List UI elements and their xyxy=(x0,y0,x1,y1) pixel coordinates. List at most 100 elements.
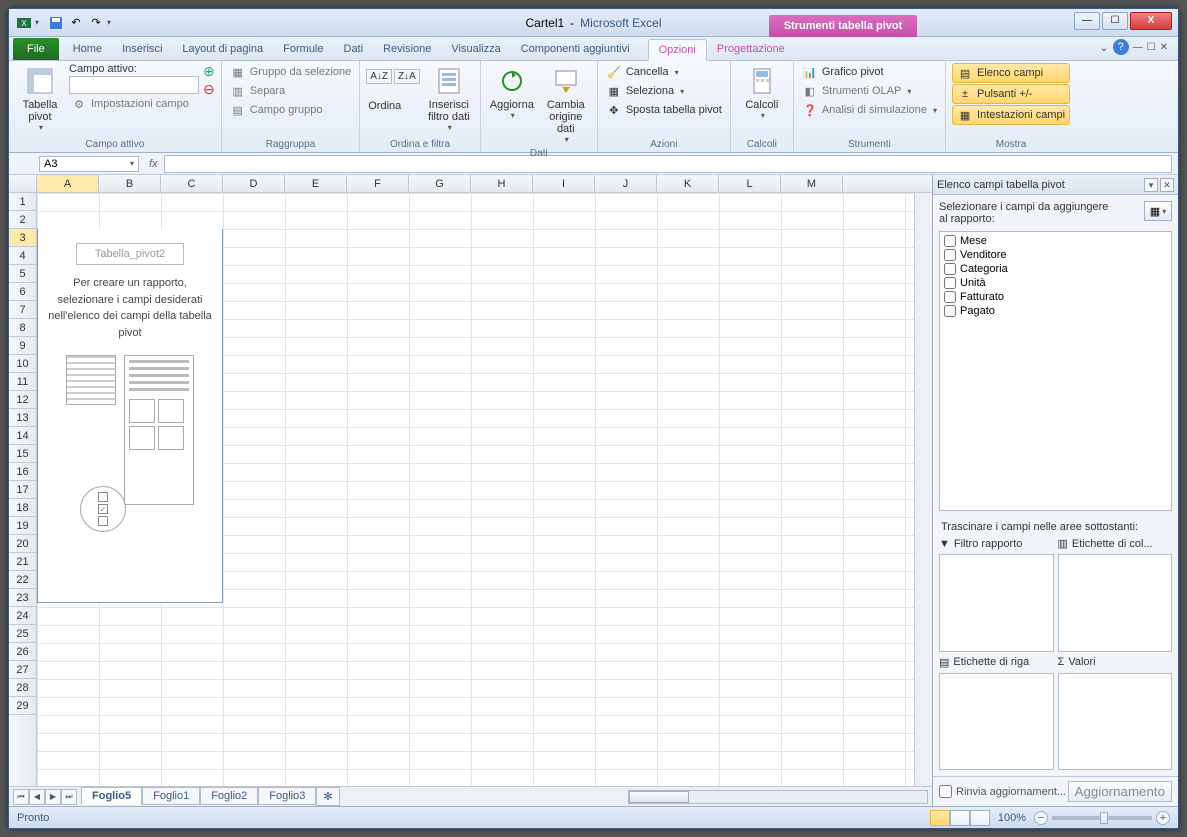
col-header[interactable]: C xyxy=(161,175,223,192)
sort-button[interactable]: Ordina xyxy=(366,99,420,113)
area-filter-box[interactable] xyxy=(939,554,1054,652)
field-item[interactable]: Categoria xyxy=(942,262,1169,276)
tab-home[interactable]: Home xyxy=(63,38,112,60)
normal-view-button[interactable] xyxy=(930,810,950,826)
row-header[interactable]: 7 xyxy=(9,301,36,319)
row-header[interactable]: 25 xyxy=(9,625,36,643)
zoom-value[interactable]: 100% xyxy=(998,812,1026,824)
update-button[interactable]: Aggiornamento xyxy=(1068,781,1172,802)
sheet-nav-next[interactable]: ▶ xyxy=(45,789,61,805)
zoom-out-button[interactable]: − xyxy=(1034,811,1048,825)
col-header[interactable]: L xyxy=(719,175,781,192)
sheet-tab[interactable]: Foglio5 xyxy=(81,787,142,805)
field-settings-button[interactable]: ⚙ Impostazioni campo xyxy=(69,95,199,113)
col-header[interactable]: J xyxy=(595,175,657,192)
workbook-restore-icon[interactable]: ☐ xyxy=(1147,42,1156,53)
field-item[interactable]: Unità xyxy=(942,276,1169,290)
row-header[interactable]: 9 xyxy=(9,337,36,355)
sheet-nav-first[interactable]: ⏮ xyxy=(13,789,29,805)
insert-slicer-button[interactable]: Inserisci filtro dati▾ xyxy=(424,63,474,134)
ribbon-minimize-icon[interactable]: ⌄ xyxy=(1099,41,1108,54)
pivot-chart-button[interactable]: 📊Grafico pivot xyxy=(800,63,939,81)
col-header[interactable]: M xyxy=(781,175,843,192)
row-header[interactable]: 8 xyxy=(9,319,36,337)
field-list[interactable]: Mese Venditore Categoria Unità Fatturato… xyxy=(939,231,1172,511)
field-item[interactable]: Mese xyxy=(942,234,1169,248)
col-header[interactable]: I xyxy=(533,175,595,192)
col-header[interactable]: F xyxy=(347,175,409,192)
tab-opzioni[interactable]: Opzioni xyxy=(648,39,707,61)
horizontal-scrollbar[interactable] xyxy=(628,790,928,804)
file-tab[interactable]: File xyxy=(13,38,59,60)
sheet-nav-last[interactable]: ⏭ xyxy=(61,789,77,805)
row-header[interactable]: 12 xyxy=(9,391,36,409)
layout-options-button[interactable]: ▦▾ xyxy=(1144,201,1172,221)
tab-inserisci[interactable]: Inserisci xyxy=(112,38,172,60)
tab-dati[interactable]: Dati xyxy=(334,38,374,60)
row-header[interactable]: 2 xyxy=(9,211,36,229)
collapse-field-icon[interactable]: ⊖ xyxy=(203,81,215,98)
sheet-tab[interactable]: Foglio1 xyxy=(142,787,200,805)
pivot-placeholder[interactable]: Tabella_pivot2 Per creare un rapporto, s… xyxy=(37,229,223,603)
refresh-button[interactable]: Aggiorna▾ xyxy=(487,63,537,122)
row-header[interactable]: 14 xyxy=(9,427,36,445)
row-header[interactable]: 16 xyxy=(9,463,36,481)
row-header[interactable]: 11 xyxy=(9,373,36,391)
row-header[interactable]: 1 xyxy=(9,193,36,211)
calc-button[interactable]: Calcoli▾ xyxy=(737,63,787,122)
col-header[interactable]: D xyxy=(223,175,285,192)
taskpane-close-icon[interactable]: ✕ xyxy=(1160,178,1174,192)
tab-progettazione[interactable]: Progettazione xyxy=(707,38,795,60)
buttons-toggle[interactable]: ±Pulsanti +/- xyxy=(952,84,1070,104)
col-header[interactable]: H xyxy=(471,175,533,192)
row-header[interactable]: 23 xyxy=(9,589,36,607)
active-field-input[interactable] xyxy=(69,76,199,94)
zoom-thumb[interactable] xyxy=(1100,812,1108,824)
sheet-tab[interactable]: Foglio2 xyxy=(200,787,258,805)
field-checkbox[interactable] xyxy=(944,291,956,303)
row-header[interactable]: 21 xyxy=(9,553,36,571)
qat-customize-icon[interactable]: ▾ xyxy=(107,18,117,27)
formula-input[interactable] xyxy=(164,155,1172,173)
row-header[interactable]: 6 xyxy=(9,283,36,301)
field-checkbox[interactable] xyxy=(944,263,956,275)
row-header[interactable]: 28 xyxy=(9,679,36,697)
expand-field-icon[interactable]: ⊕ xyxy=(203,63,215,80)
sheet-tab[interactable]: Foglio3 xyxy=(258,787,316,805)
tab-revisione[interactable]: Revisione xyxy=(373,38,441,60)
tab-addins[interactable]: Componenti aggiuntivi xyxy=(511,38,640,60)
field-checkbox[interactable] xyxy=(944,277,956,289)
row-header[interactable]: 27 xyxy=(9,661,36,679)
row-header[interactable]: 26 xyxy=(9,643,36,661)
tab-layout[interactable]: Layout di pagina xyxy=(172,38,273,60)
area-row-box[interactable] xyxy=(939,673,1054,771)
close-button[interactable]: X xyxy=(1130,12,1172,30)
row-header[interactable]: 20 xyxy=(9,535,36,553)
help-icon[interactable]: ? xyxy=(1113,39,1129,55)
workbook-minimize-icon[interactable]: — xyxy=(1133,42,1143,53)
vertical-scrollbar[interactable] xyxy=(914,193,932,786)
field-checkbox[interactable] xyxy=(944,235,956,247)
move-pivot-button[interactable]: ✥Sposta tabella pivot xyxy=(604,101,724,119)
scroll-thumb[interactable] xyxy=(629,791,689,803)
row-header[interactable]: 5 xyxy=(9,265,36,283)
zoom-in-button[interactable]: + xyxy=(1156,811,1170,825)
clear-button[interactable]: 🧹Cancella▾ xyxy=(604,63,724,81)
field-item[interactable]: Venditore xyxy=(942,248,1169,262)
name-box[interactable]: A3 ▾ xyxy=(39,156,139,172)
sort-desc-icon[interactable]: Z↓A xyxy=(394,69,420,84)
qat-dropdown-icon[interactable]: ▾ xyxy=(35,18,45,27)
page-break-view-button[interactable] xyxy=(970,810,990,826)
row-header[interactable]: 29 xyxy=(9,697,36,715)
col-header[interactable]: K xyxy=(657,175,719,192)
defer-update-checkbox[interactable]: Rinvia aggiornament... xyxy=(939,785,1066,798)
row-header[interactable]: 10 xyxy=(9,355,36,373)
field-item[interactable]: Pagato xyxy=(942,304,1169,318)
taskpane-dropdown-icon[interactable]: ▾ xyxy=(1144,178,1158,192)
col-header[interactable]: A xyxy=(37,175,99,192)
pivot-table-button[interactable]: Tabella pivot▾ xyxy=(15,63,65,134)
row-header[interactable]: 24 xyxy=(9,607,36,625)
select-all-corner[interactable] xyxy=(9,175,37,192)
row-header[interactable]: 22 xyxy=(9,571,36,589)
workbook-close-icon[interactable]: ✕ xyxy=(1160,42,1168,53)
